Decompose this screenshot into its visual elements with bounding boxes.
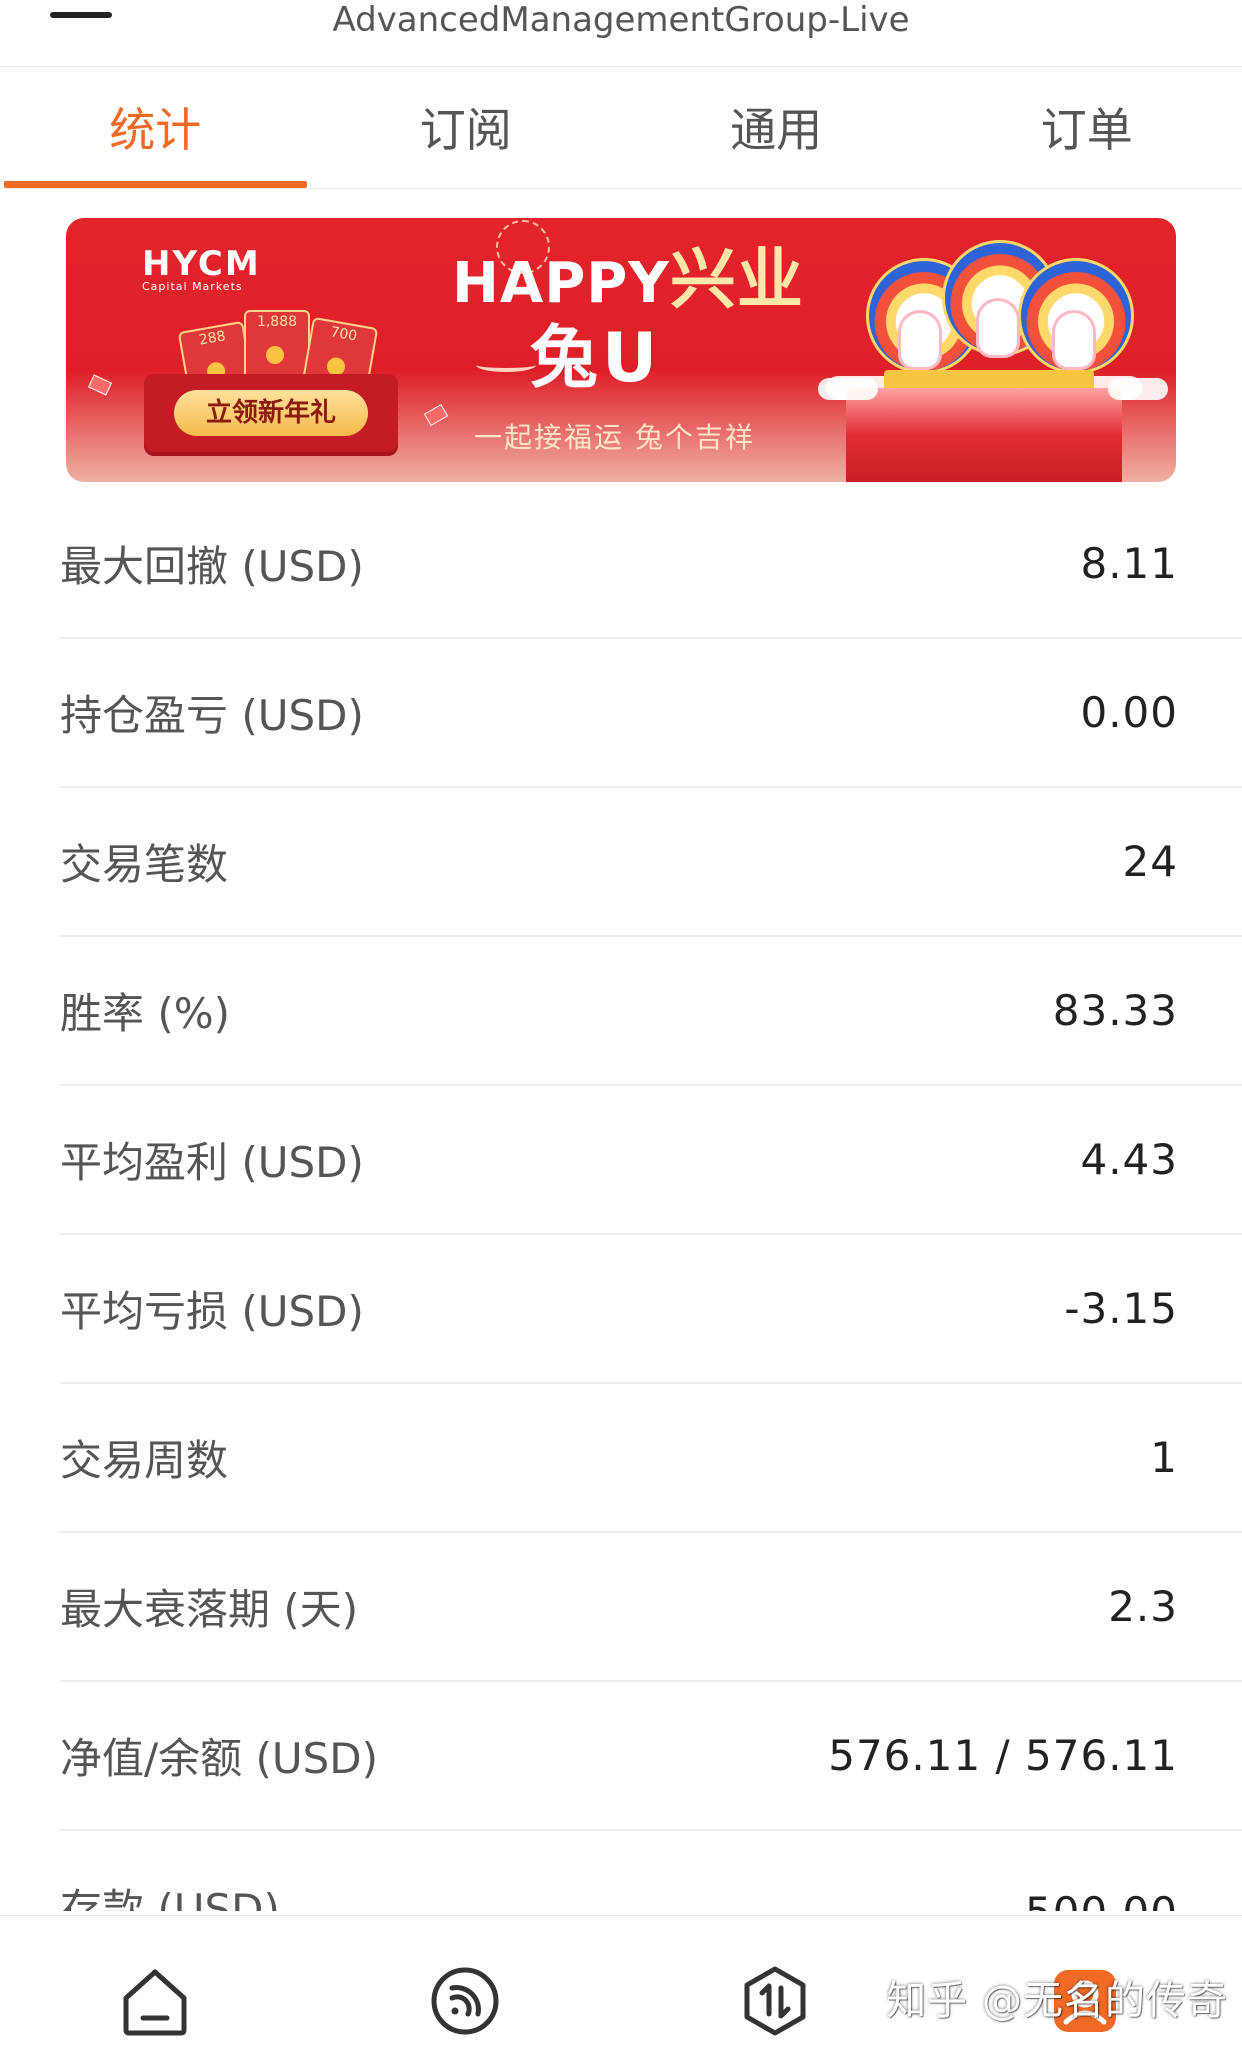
stat-value: 2.3	[1108, 1582, 1178, 1631]
stat-label: 最大回撤 (USD)	[60, 533, 364, 594]
stat-value: 8.11	[1080, 539, 1178, 588]
rabbit-icon	[1052, 310, 1096, 370]
stats-list: 最大回撤 (USD) 8.11 持仓盈亏 (USD) 0.00 交易笔数 24 …	[60, 490, 1242, 1911]
headline-chinese: 兴业	[670, 241, 804, 318]
envelope-amount: 288	[198, 328, 227, 348]
rabbit-icon	[976, 298, 1020, 358]
tab-orders[interactable]: 订单	[932, 66, 1242, 188]
page-title: AdvancedManagementGroup-Live	[0, 0, 1242, 40]
nav-trade[interactable]	[620, 1916, 930, 2067]
envelope-amount: 1,888	[257, 314, 297, 330]
stat-row-avg-loss: 平均亏损 (USD) -3.15	[60, 1235, 1242, 1384]
stat-row-trade-count: 交易笔数 24	[60, 788, 1242, 937]
stat-row-open-pnl: 持仓盈亏 (USD) 0.00	[60, 639, 1242, 788]
headline-english: HAPPY	[452, 251, 670, 316]
stat-value: 576.11 / 576.11	[828, 1731, 1178, 1780]
envelope-amount: 700	[329, 324, 358, 344]
home-icon	[118, 1964, 192, 2067]
stat-value: 500.00	[1025, 1888, 1178, 1911]
decor-flag-icon	[88, 374, 112, 395]
header: AdvancedManagementGroup-Live	[0, 0, 1242, 67]
watermark: 知乎 @无名的传奇	[886, 1968, 1228, 2026]
tab-bar: 统计 订阅 通用 订单	[0, 66, 1242, 189]
stat-label: 净值/余额 (USD)	[60, 1725, 378, 1786]
tab-statistics[interactable]: 统计	[0, 66, 311, 188]
decor-flag-icon	[424, 404, 448, 426]
stat-label: 交易周数	[60, 1427, 228, 1488]
cloud-icon	[818, 378, 878, 400]
stat-value: 24	[1123, 837, 1178, 886]
banner-subheadline: 兔U	[530, 323, 661, 395]
tab-general[interactable]: 通用	[621, 66, 932, 188]
claim-gift-button[interactable]: 立领新年礼	[174, 390, 368, 436]
banner-headline: HAPPY兴业	[452, 248, 804, 316]
stat-value: 4.43	[1080, 1135, 1178, 1184]
stat-row-max-drawdown: 最大回撤 (USD) 8.11	[60, 490, 1242, 639]
banner-tagline: 一起接福运 兔个吉祥	[474, 416, 755, 456]
stat-value: 1	[1150, 1433, 1178, 1482]
nav-home[interactable]	[0, 1916, 310, 2067]
stat-label: 最大衰落期 (天)	[60, 1576, 358, 1637]
tab-subscription[interactable]: 订阅	[311, 66, 622, 188]
stat-label: 平均亏损 (USD)	[60, 1278, 364, 1339]
stat-label: 交易笔数	[60, 831, 228, 892]
stat-row-deposit: 存款 (USD) 500.00	[60, 1831, 1242, 1911]
brand-logo-subtitle: Capital Markets	[142, 280, 243, 293]
promo-banner[interactable]: HYCM Capital Markets 288 1,888 700 立领新年礼…	[66, 218, 1176, 482]
stat-label: 胜率 (%)	[60, 980, 230, 1041]
brand-logo: HYCM	[142, 246, 261, 282]
trade-icon	[738, 1964, 812, 2067]
stat-value: -3.15	[1064, 1284, 1178, 1333]
stat-value: 0.00	[1080, 688, 1178, 737]
stat-label: 持仓盈亏 (USD)	[60, 682, 364, 743]
stat-row-avg-profit: 平均盈利 (USD) 4.43	[60, 1086, 1242, 1235]
rabbit-icon	[898, 310, 942, 370]
cta-container: 立领新年礼	[144, 374, 398, 452]
stat-label: 平均盈利 (USD)	[60, 1129, 364, 1190]
podium	[846, 388, 1122, 482]
stat-row-trading-weeks: 交易周数 1	[60, 1384, 1242, 1533]
stat-value: 83.33	[1053, 986, 1178, 1035]
stat-label: 存款 (USD)	[60, 1876, 280, 1911]
stat-row-equity-balance: 净值/余额 (USD) 576.11 / 576.11	[60, 1682, 1242, 1831]
nav-signals[interactable]	[310, 1916, 620, 2067]
signal-icon	[428, 1964, 502, 2067]
cloud-icon	[1108, 378, 1168, 400]
swirl-icon	[476, 358, 536, 372]
stat-row-max-decline-period: 最大衰落期 (天) 2.3	[60, 1533, 1242, 1682]
stat-row-win-rate: 胜率 (%) 83.33	[60, 937, 1242, 1086]
coin-icon	[266, 346, 284, 364]
